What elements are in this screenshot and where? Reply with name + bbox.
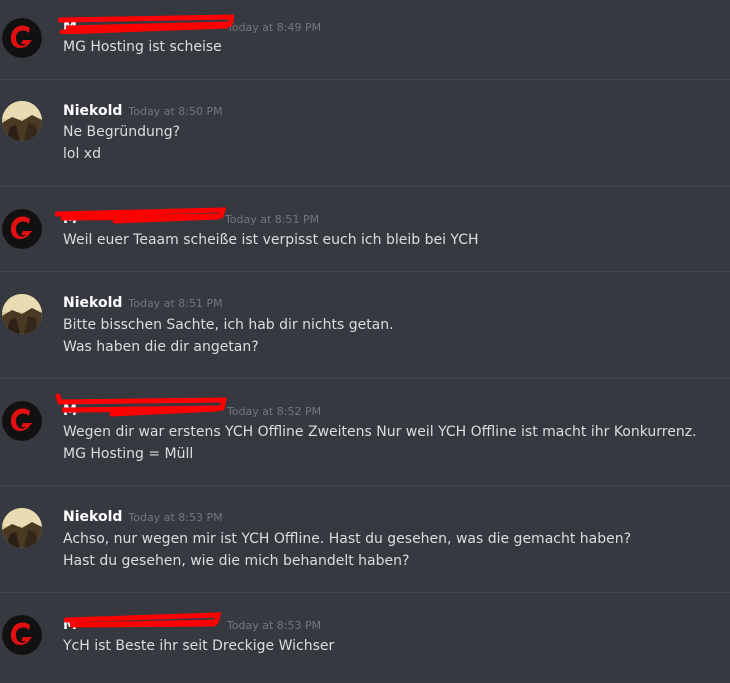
avatar[interactable]	[2, 209, 42, 249]
message-header: Niekold Today at 8:50 PM	[63, 100, 223, 120]
username[interactable]: Niekold	[63, 295, 122, 311]
message-text: lol xd	[63, 146, 101, 162]
message-text: Achso, nur wegen mir ist YCH Offline. Ha…	[63, 531, 632, 547]
timestamp: Today at 8:52 PM	[226, 405, 322, 418]
red-g-logo-icon	[2, 209, 42, 249]
redaction-mark	[63, 610, 222, 632]
message-divider	[0, 186, 730, 187]
message-text: Bitte bisschen Sachte, ich hab dir nicht…	[63, 317, 394, 333]
avatar[interactable]	[2, 401, 42, 441]
landscape-photo-avatar	[2, 508, 42, 548]
red-g-logo-icon	[2, 401, 42, 441]
timestamp: Today at 8:53 PM	[226, 619, 322, 632]
landscape-photo-avatar	[2, 294, 42, 334]
timestamp: Today at 8:49 PM	[226, 21, 322, 34]
landscape-photo-avatar	[2, 101, 42, 141]
message-text: Hast du gesehen, wie die mich behandelt …	[63, 553, 410, 569]
message-text: Weil euer Teaam scheiße ist verpisst euc…	[63, 232, 479, 248]
message-divider	[0, 378, 730, 379]
message-text: Ne Begründung?	[63, 124, 181, 140]
avatar[interactable]	[2, 101, 42, 141]
red-g-logo-icon	[2, 615, 42, 655]
avatar[interactable]	[2, 615, 42, 655]
avatar[interactable]	[2, 508, 42, 548]
timestamp: Today at 8:51 PM	[224, 213, 320, 226]
redaction-mark	[57, 12, 236, 35]
red-g-logo-icon	[2, 18, 42, 58]
message-text: YcH ist Beste ihr seit Dreckige Wichser	[63, 638, 335, 654]
message-header: Niekold Today at 8:53 PM	[63, 506, 223, 526]
chat-message-list: M Today at 8:49 PM MG Hosting ist scheise…	[0, 0, 730, 683]
timestamp: Today at 8:51 PM	[128, 297, 223, 310]
message-text: MG Hosting = Müll	[63, 446, 194, 462]
timestamp: Today at 8:50 PM	[128, 105, 223, 118]
redaction-mark	[52, 392, 228, 417]
message-text: Wegen dir war erstens YCH Offline Zweite…	[63, 424, 697, 440]
message-text: Was haben die dir angetan?	[63, 339, 259, 355]
message-text: MG Hosting ist scheise	[63, 39, 222, 55]
message-divider	[0, 485, 730, 486]
avatar[interactable]	[2, 294, 42, 334]
message-divider	[0, 79, 730, 80]
redaction-mark	[54, 204, 227, 226]
message-divider	[0, 271, 730, 272]
avatar[interactable]	[2, 18, 42, 58]
message-divider	[0, 592, 730, 593]
username[interactable]: Niekold	[63, 509, 122, 525]
username[interactable]: Niekold	[63, 103, 122, 119]
message-header: Niekold Today at 8:51 PM	[63, 292, 223, 312]
timestamp: Today at 8:53 PM	[128, 511, 223, 524]
